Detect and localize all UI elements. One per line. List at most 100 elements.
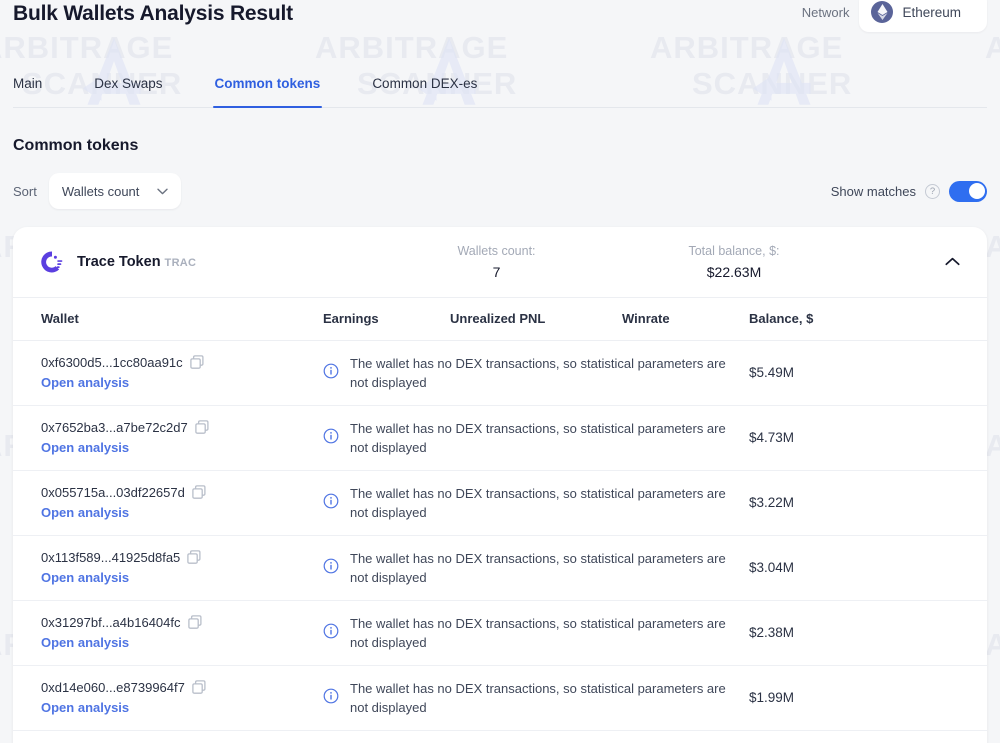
balance-value: $5.49M: [749, 365, 795, 380]
no-data-message: The wallet has no DEX transactions, so s…: [323, 484, 749, 522]
section-title: Common tokens: [13, 137, 139, 154]
tab-common-dexes[interactable]: Common DEX-es: [372, 76, 477, 107]
copy-icon[interactable]: [194, 419, 209, 435]
no-data-cell: The wallet has no DEX transactions, so s…: [323, 731, 749, 743]
copy-icon[interactable]: [187, 549, 201, 565]
copy-icon[interactable]: [189, 354, 204, 370]
no-data-message: The wallet has no DEX transactions, so s…: [323, 354, 749, 392]
page-title: Bulk Wallets Analysis Result: [13, 2, 293, 25]
chevron-up-icon: [944, 253, 960, 271]
network-label: Network: [801, 4, 850, 20]
column-winrate: Winrate: [622, 297, 749, 341]
token-identity: Trace Token TRAC: [39, 249, 369, 275]
page-header: Bulk Wallets Analysis Result Network Eth…: [13, 0, 987, 32]
sort-group: Sort Wallets count: [13, 173, 182, 209]
sort-label: Sort: [13, 183, 37, 199]
table-header-row: Wallet Earnings Unrealized PNL Winrate B…: [13, 297, 987, 341]
balance-cell: $3.04M: [749, 535, 987, 601]
network-select[interactable]: Ethereum: [859, 0, 987, 32]
balance-value: $3.04M: [749, 560, 795, 575]
open-analysis-link[interactable]: Open analysis: [41, 505, 129, 520]
token-name: Trace Token: [77, 254, 161, 270]
token-symbol: TRAC: [164, 257, 197, 269]
wallet-address-row: 0x31297bf...a4b16404fc: [41, 615, 323, 630]
total-balance-stat: Total balance, $: $22.63M: [624, 244, 844, 280]
balance-value: $1.99M: [749, 690, 795, 705]
balance-cell: $3.22M: [749, 470, 987, 536]
column-earnings: Earnings: [323, 297, 450, 341]
info-icon[interactable]: [323, 428, 339, 449]
column-wallet: Wallet: [13, 297, 323, 341]
no-data-cell: The wallet has no DEX transactions, so s…: [323, 600, 749, 666]
open-analysis-link[interactable]: Open analysis: [41, 375, 129, 390]
show-matches-toggle[interactable]: [949, 180, 987, 202]
no-data-cell: The wallet has no DEX transactions, so s…: [323, 665, 749, 731]
balance-cell: $1.79M: [749, 731, 987, 743]
wallet-address: 0x113f589...41925d8fa5: [41, 549, 181, 565]
sort-value: Wallets count: [61, 183, 140, 199]
tab-main[interactable]: Main: [13, 76, 42, 107]
wallet-cell: 0x31297bf...a4b16404fc Open analysis: [13, 600, 323, 666]
ethereum-icon: [871, 1, 894, 23]
info-icon[interactable]: [323, 363, 339, 384]
no-data-text: The wallet has no DEX transactions, so s…: [350, 356, 726, 390]
info-icon[interactable]: [323, 623, 339, 644]
no-data-cell: The wallet has no DEX transactions, so s…: [323, 405, 749, 471]
show-matches-label: Show matches: [830, 183, 916, 199]
trac-token-logo-icon: [39, 249, 65, 275]
balance-value: $3.22M: [749, 495, 795, 510]
wallets-count-label: Wallets count:: [457, 244, 536, 258]
balance-cell: $4.73M: [749, 405, 987, 471]
network-value: Ethereum: [902, 4, 961, 20]
no-data-message: The wallet has no DEX transactions, so s…: [323, 549, 749, 587]
network-selector-group: Network Ethereum: [802, 0, 987, 32]
copy-icon[interactable]: [187, 614, 202, 630]
info-icon[interactable]: [323, 493, 339, 514]
token-card-header[interactable]: Trace Token TRAC Wallets count: 7 Total b…: [13, 227, 987, 297]
info-icon[interactable]: [323, 558, 339, 579]
tab-common-tokens[interactable]: Common tokens: [212, 76, 323, 108]
sort-select[interactable]: Wallets count: [48, 173, 182, 209]
wallet-address-row: 0x113f589...41925d8fa5: [41, 550, 323, 565]
wallet-address: 0x31297bf...a4b16404fc: [41, 614, 181, 630]
open-analysis-link[interactable]: Open analysis: [41, 700, 129, 715]
balance-value: $2.38M: [749, 625, 795, 640]
open-analysis-link[interactable]: Open analysis: [41, 570, 129, 585]
no-data-text: The wallet has no DEX transactions, so s…: [350, 681, 726, 715]
tab-dex-swaps[interactable]: Dex Swaps: [94, 76, 162, 107]
wallet-address: 0x055715a...03df22657d: [41, 484, 185, 500]
info-icon[interactable]: [323, 688, 339, 709]
wallet-address-row: 0xd14e060...e8739964f7: [41, 680, 323, 695]
total-balance-label: Total balance, $:: [688, 244, 780, 258]
wallet-address-row: 0x055715a...03df22657d: [41, 485, 323, 500]
help-icon[interactable]: ?: [925, 183, 940, 199]
token-name-wrap: Trace Token TRAC: [77, 253, 196, 271]
table-header: Wallet Earnings Unrealized PNL Winrate B…: [13, 297, 987, 341]
tab-bar: Main Dex Swaps Common tokens Common DEX-…: [13, 76, 987, 108]
wallets-count-stat: Wallets count: 7: [369, 244, 624, 280]
wallet-cell: 0x7652ba3...a7be72c2d7 Open analysis: [13, 405, 323, 471]
no-data-text: The wallet has no DEX transactions, so s…: [350, 551, 726, 585]
wallets-table: Wallet Earnings Unrealized PNL Winrate B…: [13, 297, 987, 743]
wallet-address: 0xf6300d5...1cc80aa91c: [41, 354, 183, 370]
wallets-count-value: 7: [492, 264, 501, 280]
table-row: 0xbb496fb...6ebf5825a5Open analysisThe w…: [13, 731, 987, 743]
open-analysis-link[interactable]: Open analysis: [41, 635, 129, 650]
wallet-cell: 0xd14e060...e8739964f7 Open analysis: [13, 665, 323, 731]
open-analysis-link[interactable]: Open analysis: [41, 440, 129, 455]
wallet-address: 0xd14e060...e8739964f7: [41, 679, 185, 695]
wallet-cell: 0x113f589...41925d8fa5 Open analysis: [13, 535, 323, 601]
copy-icon[interactable]: [192, 679, 206, 695]
total-balance-value: $22.63M: [706, 264, 762, 280]
column-balance: Balance, $: [749, 297, 987, 341]
no-data-text: The wallet has no DEX transactions, so s…: [350, 486, 726, 520]
column-unrealized-pnl: Unrealized PNL: [450, 297, 622, 341]
collapse-card-button[interactable]: [939, 249, 965, 275]
balance-cell: $1.99M: [749, 665, 987, 731]
no-data-text: The wallet has no DEX transactions, so s…: [350, 616, 726, 650]
copy-icon[interactable]: [192, 484, 206, 500]
chevron-down-icon: [157, 182, 169, 200]
wallet-cell: 0xbb496fb...6ebf5825a5Open analysis: [13, 731, 323, 743]
controls-row: Sort Wallets count Show matches ?: [13, 173, 987, 209]
no-data-message: The wallet has no DEX transactions, so s…: [323, 614, 749, 652]
